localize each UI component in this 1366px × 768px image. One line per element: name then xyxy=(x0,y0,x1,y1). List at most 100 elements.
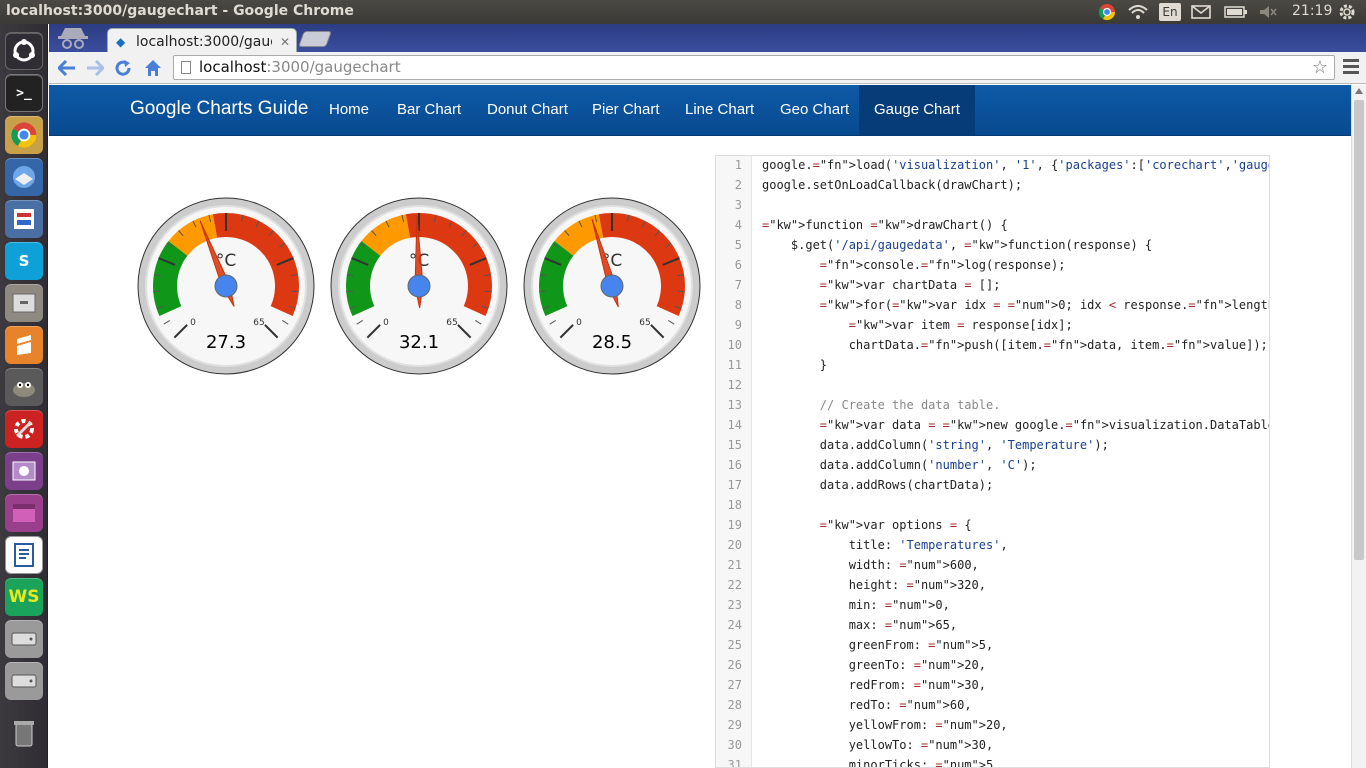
system-settings-icon[interactable] xyxy=(5,410,43,448)
trash-icon[interactable] xyxy=(5,714,43,752)
line-number: 31 xyxy=(727,758,742,768)
gauge-max-label: 65 xyxy=(639,318,650,328)
nav-pier-chart[interactable]: Pier Chart xyxy=(577,85,675,135)
clock[interactable]: 21:19 xyxy=(1292,3,1332,19)
code-line: data.addColumn('string', 'Temperature'); xyxy=(762,438,1109,452)
code-line: title: 'Temperatures', xyxy=(762,538,1008,552)
gauge-needle-hub xyxy=(600,274,624,298)
gauge-minor-tick xyxy=(539,290,547,293)
window-title: localhost:3000/gaugechart - Google Chrom… xyxy=(6,3,354,19)
gauge-needle-hub xyxy=(214,274,238,298)
code-line: min: ="num">0, xyxy=(762,598,950,612)
reload-icon[interactable] xyxy=(113,58,133,78)
nav-donut-chart[interactable]: Donut Chart xyxy=(472,85,583,135)
forward-arrow-icon[interactable] xyxy=(85,58,105,78)
settings-gear-icon[interactable] xyxy=(1336,3,1358,21)
close-tab-icon[interactable]: ✕ xyxy=(280,35,290,49)
bookmark-star-icon[interactable]: ☆ xyxy=(1312,56,1328,79)
code-line: yellowFrom: ="num">20, xyxy=(762,718,1008,732)
scrollbar-thumb[interactable] xyxy=(1354,100,1364,560)
code-line: ="kw">var options = { xyxy=(819,518,972,532)
sublime-icon[interactable] xyxy=(5,326,43,364)
media-player-icon[interactable] xyxy=(5,494,43,532)
writer-document-icon[interactable] xyxy=(5,536,43,574)
volume-muted-icon[interactable] xyxy=(1258,3,1278,21)
code-line: data.addColumn('number', 'C'); xyxy=(762,458,1037,472)
gauge-max-label: 65 xyxy=(253,318,264,328)
page-scrollbar[interactable] xyxy=(1351,85,1366,768)
code-line: ="kw">var data = ="kw">new google.="fn">… xyxy=(819,418,1269,432)
incognito-icon xyxy=(55,26,91,50)
drive-icon-2[interactable] xyxy=(5,662,43,700)
line-number: 10 xyxy=(727,338,742,352)
code-line: ="kw">var item = response[idx]; xyxy=(848,318,1073,332)
line-number-gutter: 1 2 3 4 5 6 7 8 9 10 11 12 13 14 15 16 17 18 19 20 21 22 23 24 2… xyxy=(716,156,752,767)
drive-icon[interactable] xyxy=(5,620,43,658)
gauge-2: 065°C32.1 xyxy=(330,197,508,375)
chrome-launcher-icon[interactable] xyxy=(5,116,43,154)
nav-bar-chart[interactable]: Bar Chart xyxy=(382,85,476,135)
page-favicon-icon: ◆ xyxy=(116,34,126,49)
battery-icon[interactable] xyxy=(1224,3,1248,21)
code-line: ="fn">console.="fn">log(response); xyxy=(819,258,1066,272)
nav-geo-chart[interactable]: Geo Chart xyxy=(765,85,864,135)
dash-icon[interactable] xyxy=(5,32,43,70)
line-number: 6 xyxy=(734,258,742,272)
line-number: 26 xyxy=(727,658,742,672)
gauge-needle-hub xyxy=(407,274,431,298)
line-number: 1 xyxy=(734,158,742,172)
code-line: minorTicks: ="num">5 xyxy=(762,758,994,768)
address-bar[interactable]: localhost:3000/gaugechart ☆ xyxy=(173,55,1335,80)
new-tab-button[interactable] xyxy=(298,31,332,47)
scroll-up-arrow-icon[interactable] xyxy=(1355,88,1363,94)
browser-tab-gaugechart[interactable]: ◆ localhost:3000/gaugechart ✕ xyxy=(107,28,297,54)
line-number: 20 xyxy=(727,538,742,552)
chrome-icon[interactable] xyxy=(1097,3,1117,21)
code-line: google.setOnLoadCallback(drawChart); xyxy=(762,178,1023,192)
code-line: redFrom: ="num">30, xyxy=(762,678,986,692)
home-icon[interactable] xyxy=(143,58,163,78)
code-line: greenFrom: ="num">5, xyxy=(762,638,994,652)
terminal-icon[interactable]: >_ xyxy=(5,74,43,112)
gauge-max-label: 65 xyxy=(446,318,457,328)
line-number: 28 xyxy=(727,698,742,712)
video-editor-icon[interactable] xyxy=(5,452,43,490)
code-line: greenTo: ="num">20, xyxy=(762,658,986,672)
code-viewer: 1 2 3 4 5 6 7 8 9 10 11 12 13 14 15 16 17 18 19 20 21 22 23 24 2… xyxy=(715,155,1270,768)
site-brand[interactable]: Google Charts Guide xyxy=(130,98,309,120)
line-number: 16 xyxy=(727,458,742,472)
line-number: 24 xyxy=(727,618,742,632)
line-number: 2 xyxy=(734,178,742,192)
code-line: height: ="num">320, xyxy=(762,578,986,592)
line-number: 9 xyxy=(734,318,742,332)
gimp-icon[interactable] xyxy=(5,368,43,406)
chrome-menu-icon[interactable] xyxy=(1343,59,1359,75)
thunderbird-icon[interactable] xyxy=(5,158,43,196)
mail-icon[interactable] xyxy=(1190,3,1212,21)
filezilla-icon[interactable] xyxy=(5,200,43,238)
keyboard-layout-indicator[interactable]: En xyxy=(1159,3,1181,21)
gauge-min-label: 0 xyxy=(576,318,582,328)
nav-line-chart[interactable]: Line Chart xyxy=(670,85,769,135)
code-line: ="kw">for(="kw">var idx = ="num">0; idx … xyxy=(819,298,1269,312)
page-info-icon[interactable] xyxy=(181,61,191,74)
tab-title: localhost:3000/gaugechart xyxy=(136,33,272,50)
system-top-panel: localhost:3000/gaugechart - Google Chrom… xyxy=(0,0,1366,24)
file-manager-icon[interactable] xyxy=(5,284,43,322)
code-line: } xyxy=(762,358,828,372)
gauge-1: 0 65 °C 27.3 xyxy=(137,197,315,375)
skype-icon[interactable]: S xyxy=(5,242,43,280)
webstorm-icon[interactable]: WS xyxy=(5,578,43,616)
gauge-minor-tick xyxy=(484,290,492,293)
code-line: ="kw">function ="kw">drawChart() { xyxy=(762,218,1008,232)
nav-home[interactable]: Home xyxy=(314,85,384,135)
code-line: data.addRows(chartData); xyxy=(762,478,994,492)
nav-gauge-chart[interactable]: Gauge Chart xyxy=(859,85,975,135)
gauge-minor-tick xyxy=(346,290,354,293)
code-line: google.="fn">load('visualization', '1', … xyxy=(762,158,1269,172)
back-arrow-icon[interactable] xyxy=(57,58,77,78)
gauge-min-label: 0 xyxy=(190,318,196,328)
line-number: 29 xyxy=(727,718,742,732)
wifi-icon[interactable] xyxy=(1127,3,1149,21)
line-number: 8 xyxy=(734,298,742,312)
